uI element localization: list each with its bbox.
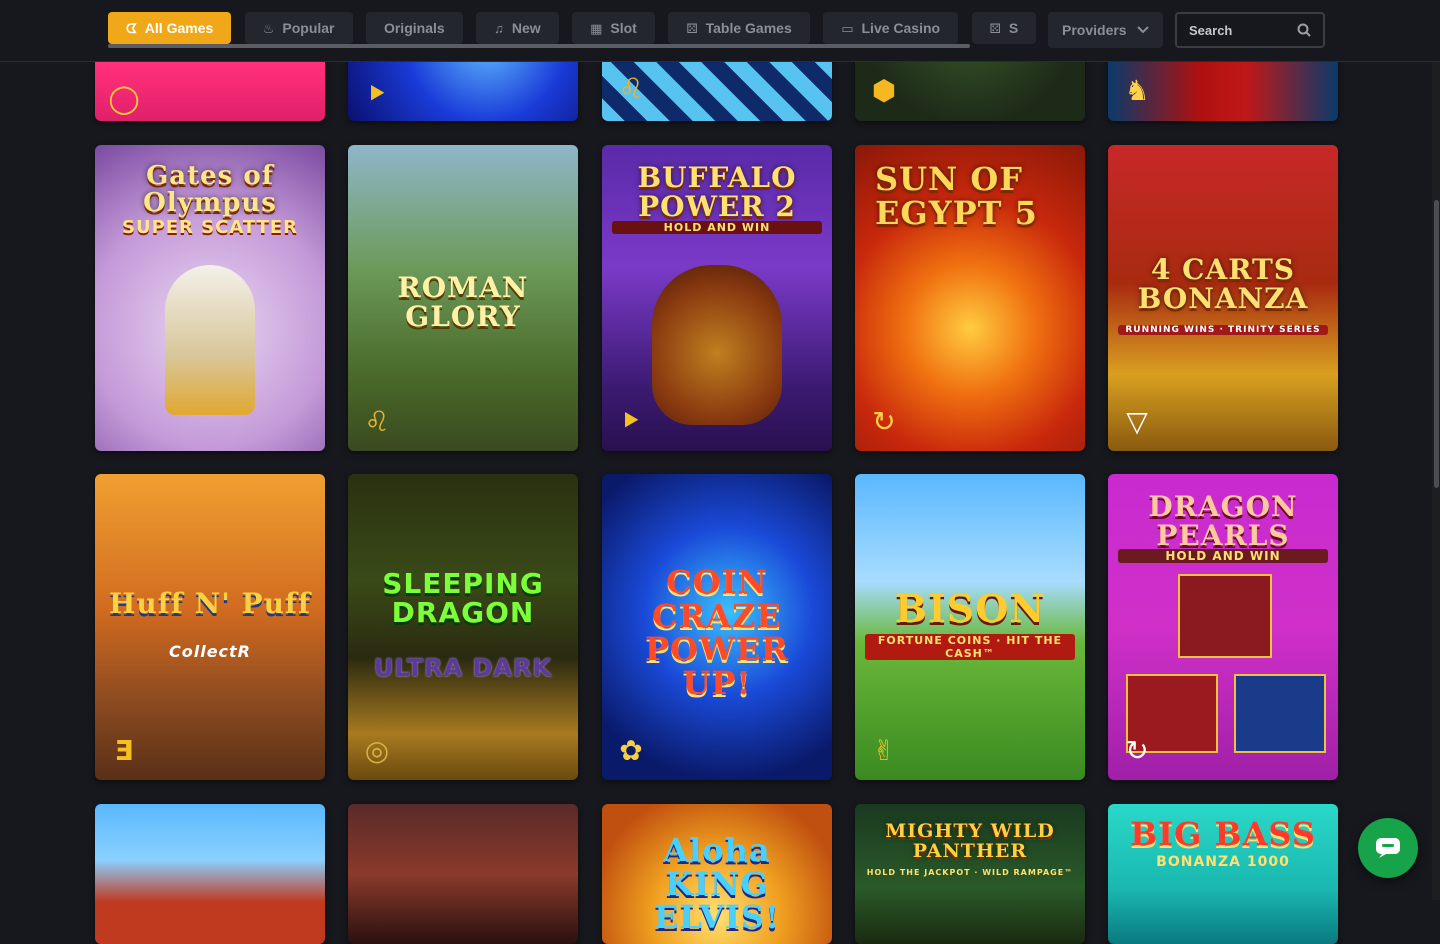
cherry-icon: ◯ [108, 83, 140, 114]
game-title: BUFFALO POWER 2 [637, 161, 797, 224]
game-card[interactable] [95, 804, 325, 944]
game-card[interactable] [348, 804, 578, 944]
tab-popular[interactable]: ♨ Popular [244, 12, 353, 44]
game-card-huff-n-puff[interactable]: Huff N' Puff CollectR Ǝ [95, 474, 325, 780]
lion-icon: ♌ [364, 406, 390, 437]
tab-label: S [1008, 20, 1019, 36]
tab-new[interactable]: ♫ New [476, 12, 559, 44]
game-title: BISON [894, 586, 1046, 631]
play-forward-icon: ⯈ [365, 79, 389, 110]
tab-label: Slot [610, 20, 637, 36]
game-title: Gates of Olympus [143, 161, 277, 219]
game-subtitle: HOLD THE JACKPOT · WILD RAMPAGE™ [866, 868, 1074, 877]
game-subtitle: SUPER SCATTER [121, 217, 299, 238]
dragon-symbol [1178, 574, 1272, 658]
bell-icon: ♫ [494, 20, 504, 36]
game-card-roman-glory[interactable]: ROMAN GLORY ♌ [348, 145, 578, 451]
s-hexagon-icon: ⬢ [871, 75, 897, 106]
chat-support-button[interactable] [1358, 818, 1418, 878]
game-title: SLEEPING DRAGON [382, 567, 544, 630]
game-subtitle: ULTRA DARK [373, 654, 553, 682]
game-subtitle: BONANZA 1000 [1156, 854, 1290, 870]
game-card-big-bass-bonanza[interactable]: BIG BASS BONANZA 1000 [1108, 804, 1338, 944]
tab-label: Table Games [705, 20, 792, 36]
game-card-mighty-wild-panther[interactable]: MIGHTY WILD PANTHER HOLD THE JACKPOT · W… [855, 804, 1085, 944]
game-title: MIGHTY WILD PANTHER [885, 820, 1055, 862]
game-title: Huff N' Puff [108, 587, 312, 620]
dice-icon: ⚄ [989, 20, 1001, 36]
tab-live-casino[interactable]: ▭ Live Casino [823, 12, 959, 44]
dice-icon: ⚄ [686, 20, 698, 36]
hand-icon: ✌ [872, 735, 896, 766]
game-card-sun-of-egypt-5[interactable]: SUN OF EGYPT 5 ↻ [855, 145, 1085, 451]
coin-icon: ◎ [364, 735, 390, 766]
zeus-figure [165, 265, 255, 415]
tab-table-games[interactable]: ⚄ Table Games [668, 12, 810, 44]
tab-slot[interactable]: ▦ Slot [572, 12, 655, 44]
game-subtitle: FORTUNE COINS · HIT THE CASH™ [865, 634, 1075, 660]
game-card-bison-fortune-coins[interactable]: BISON FORTUNE COINS · HIT THE CASH™ ✌ [855, 474, 1085, 780]
lion-icon: ♌ [618, 73, 644, 104]
game-title: DRAGON PEARLS [1148, 490, 1298, 553]
page-scrollbar-thumb[interactable] [1434, 200, 1439, 488]
game-title: COIN CRAZE POWER UP! [645, 563, 789, 702]
game-card-sleeping-dragon[interactable]: SLEEPING DRAGON ULTRA DARK ◎ [348, 474, 578, 780]
game-title: 4 CARTS BONANZA [1137, 253, 1309, 316]
game-title: BIG BASS [1130, 815, 1316, 853]
tab-originals[interactable]: Originals [365, 12, 463, 44]
game-card-aloha-king-elvis[interactable]: Aloha KING ELVIS! [602, 804, 832, 944]
spiral-icon: ↻ [1125, 735, 1149, 766]
chat-icon [1376, 838, 1400, 858]
game-grid: ◯ ⯈ ♌ ⬢ ♞ Gates of Olympus SUPER SCATTER… [95, 0, 1338, 944]
providers-label: Providers [1062, 22, 1127, 38]
tab-label: Popular [282, 20, 335, 36]
category-tabs: ᗧ All Games ♨ Popular Originals ♫ New ▦ … [108, 12, 1038, 48]
fox-icon: ♞ [1124, 75, 1150, 106]
game-title: Aloha KING ELVIS! [653, 831, 781, 937]
e-logo-icon: Ǝ [114, 734, 134, 767]
game-subtitle: RUNNING WINS · TRINITY SERIES [1118, 325, 1328, 335]
tab-label: All Games [144, 20, 214, 36]
game-card-4-carts-bonanza[interactable]: 4 CARTS BONANZA RUNNING WINS · TRINITY S… [1108, 145, 1338, 451]
game-subtitle: CollectR [168, 642, 251, 661]
triangle-icon: ▽ [1126, 406, 1148, 437]
tabs-scrollbar[interactable] [108, 44, 970, 48]
providers-dropdown[interactable]: Providers [1048, 12, 1163, 48]
flame-icon: ♨ [262, 20, 275, 36]
top-nav-bar: ᗧ All Games ♨ Popular Originals ♫ New ▦ … [0, 0, 1440, 62]
tab-label: New [511, 20, 541, 36]
game-title: ROMAN GLORY [397, 271, 529, 334]
cherry-icon: ᗧ [126, 20, 137, 36]
puzzle-icon: ✿ [619, 735, 643, 766]
buffalo-figure [652, 265, 782, 425]
search-box[interactable] [1175, 12, 1325, 48]
tab-label: Live Casino [861, 20, 941, 36]
game-card-gates-of-olympus[interactable]: Gates of Olympus SUPER SCATTER [95, 145, 325, 451]
tab-more[interactable]: ⚄ S [971, 12, 1037, 44]
slot-machine-icon: ▦ [590, 20, 603, 36]
game-subtitle: HOLD AND WIN [612, 221, 822, 234]
chevron-down-icon [1137, 26, 1149, 34]
game-card-buffalo-power-2[interactable]: BUFFALO POWER 2 HOLD AND WIN ⯈ [602, 145, 832, 451]
tab-label: Originals [383, 20, 445, 36]
spiral-icon: ↻ [872, 406, 896, 437]
search-input[interactable] [1189, 22, 1289, 38]
coin-symbol [1234, 674, 1326, 753]
game-card-dragon-pearls[interactable]: DRAGON PEARLS HOLD AND WIN ↻ [1108, 474, 1338, 780]
search-icon[interactable] [1297, 23, 1311, 37]
game-card-coin-craze[interactable]: COIN CRAZE POWER UP! ✿ [602, 474, 832, 780]
tab-all-games[interactable]: ᗧ All Games [108, 12, 232, 44]
game-subtitle: HOLD AND WIN [1118, 549, 1328, 563]
play-forward-icon: ⯈ [619, 406, 643, 437]
game-title: SUN OF EGYPT 5 [875, 160, 1038, 232]
video-camera-icon: ▭ [841, 20, 854, 36]
